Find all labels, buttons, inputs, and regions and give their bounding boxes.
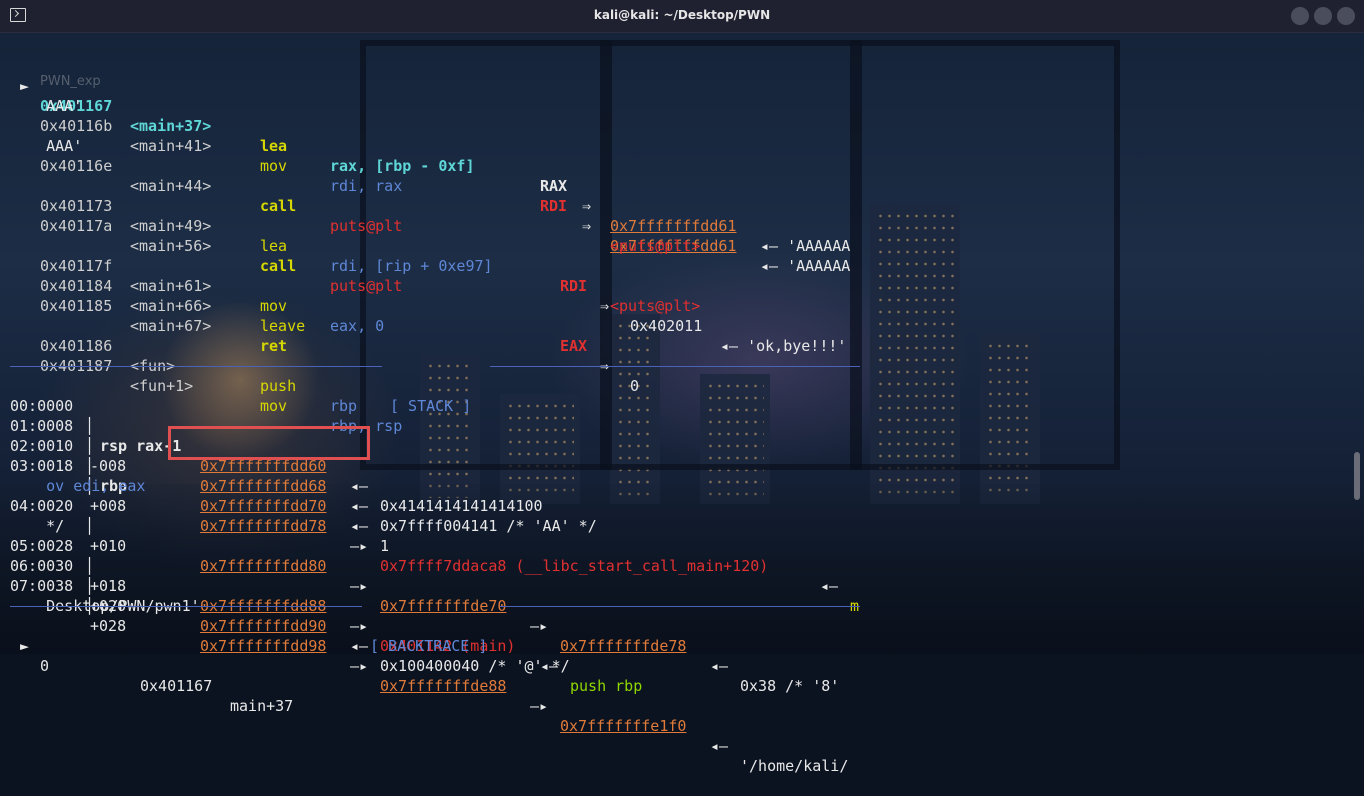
separator-line <box>490 366 860 367</box>
stack-row: 00:0000 │ rsp rax-1 0x7fffffffdd60 ◂— 0x… <box>10 397 543 515</box>
minimize-button[interactable] <box>1291 7 1309 25</box>
disasm-line: 0x40116b <main+41> mov rdi, rax RDI ⇒ 0x… <box>40 117 851 275</box>
disasm-line: 0x401187 <fun+1> mov rbp, rsp <box>40 357 403 435</box>
separator-line <box>500 606 860 607</box>
maximize-button[interactable] <box>1314 7 1332 25</box>
stack-row-wrap: */ <box>46 517 65 535</box>
disasm-line: 0x401184 <main+66> leave <box>40 277 306 335</box>
window-title: kali@kali: ~/Desktop/PWN <box>593 8 771 22</box>
disasm-line-current: ► 0x401167 <main+37> lea rax, [rbp - 0xf… <box>20 77 851 255</box>
stack-row: 01:0008 │ -008 0x7fffffffdd68 ◂— 0x7ffff… <box>10 417 597 535</box>
close-button[interactable] <box>1337 7 1355 25</box>
column-divider: │ <box>85 517 95 535</box>
separator-line <box>10 366 382 367</box>
backtrace-frame: ► 0 0x401167 main+37 <box>20 637 294 715</box>
disasm-line-wrap: AAA' <box>46 97 83 115</box>
window-mullion <box>850 40 862 470</box>
separator-line <box>10 606 362 607</box>
disasm-line: 0x40117a <main+56> call puts@plt <puts@p… <box>40 217 701 315</box>
disasm-line-wrap: AAA' <box>46 137 83 155</box>
stack-row: 02:0010 │ rbp 0x7fffffffdd70 ◂— 1 <box>10 437 390 555</box>
stack-row-return-address: 03:0018 │ +008 0x7fffffffdd78 —▸ 0x7ffff… <box>10 457 860 615</box>
stack-row: 05:0028 │ +018 0x7fffffffdd88 —▸ 0x40114… <box>10 537 643 695</box>
stack-row: 06:0030 │ +020 0x7fffffffdd90 ◂— 0x10040… <box>10 557 570 675</box>
column-divider: │ <box>85 437 95 455</box>
scrollbar-thumb[interactable] <box>1354 452 1360 500</box>
backtrace-section-header: [ BACKTRACE ] <box>10 596 860 655</box>
title-bar[interactable]: kali@kali: ~/Desktop/PWN <box>0 0 1364 33</box>
column-divider: │ <box>85 557 95 575</box>
stack-row-wrap: Desktop/PWN/pwn1' <box>46 597 200 615</box>
disasm-line: 0x40117f <main+61> mov eax, 0 EAX ⇒ 0 <box>40 257 640 395</box>
stack-row-wrap: ov edi, eax <box>46 477 146 495</box>
disasm-line: 0x401185 <main+67> ret <box>40 297 288 355</box>
stack-row: 04:0020 │ +010 0x7fffffffdd80 —▸ 0x7ffff… <box>10 497 840 695</box>
disasm-line: 0x40116e <main+44> call puts@plt <puts@p… <box>40 157 701 255</box>
column-divider: │ <box>85 417 95 435</box>
stack-row: 07:0038 │ +028 0x7fffffffdd98 —▸ 0x7ffff… <box>10 577 849 775</box>
disasm-line: 0x401186 <fun> push rbp <box>40 337 358 415</box>
disasm-line: 0x401173 <main+49> lea rdi, [rip + 0xe97… <box>40 197 847 355</box>
highlight-annotation-box <box>168 426 370 460</box>
stack-section-header: [ STACK ] <box>10 356 860 415</box>
window-frame <box>360 40 1120 470</box>
